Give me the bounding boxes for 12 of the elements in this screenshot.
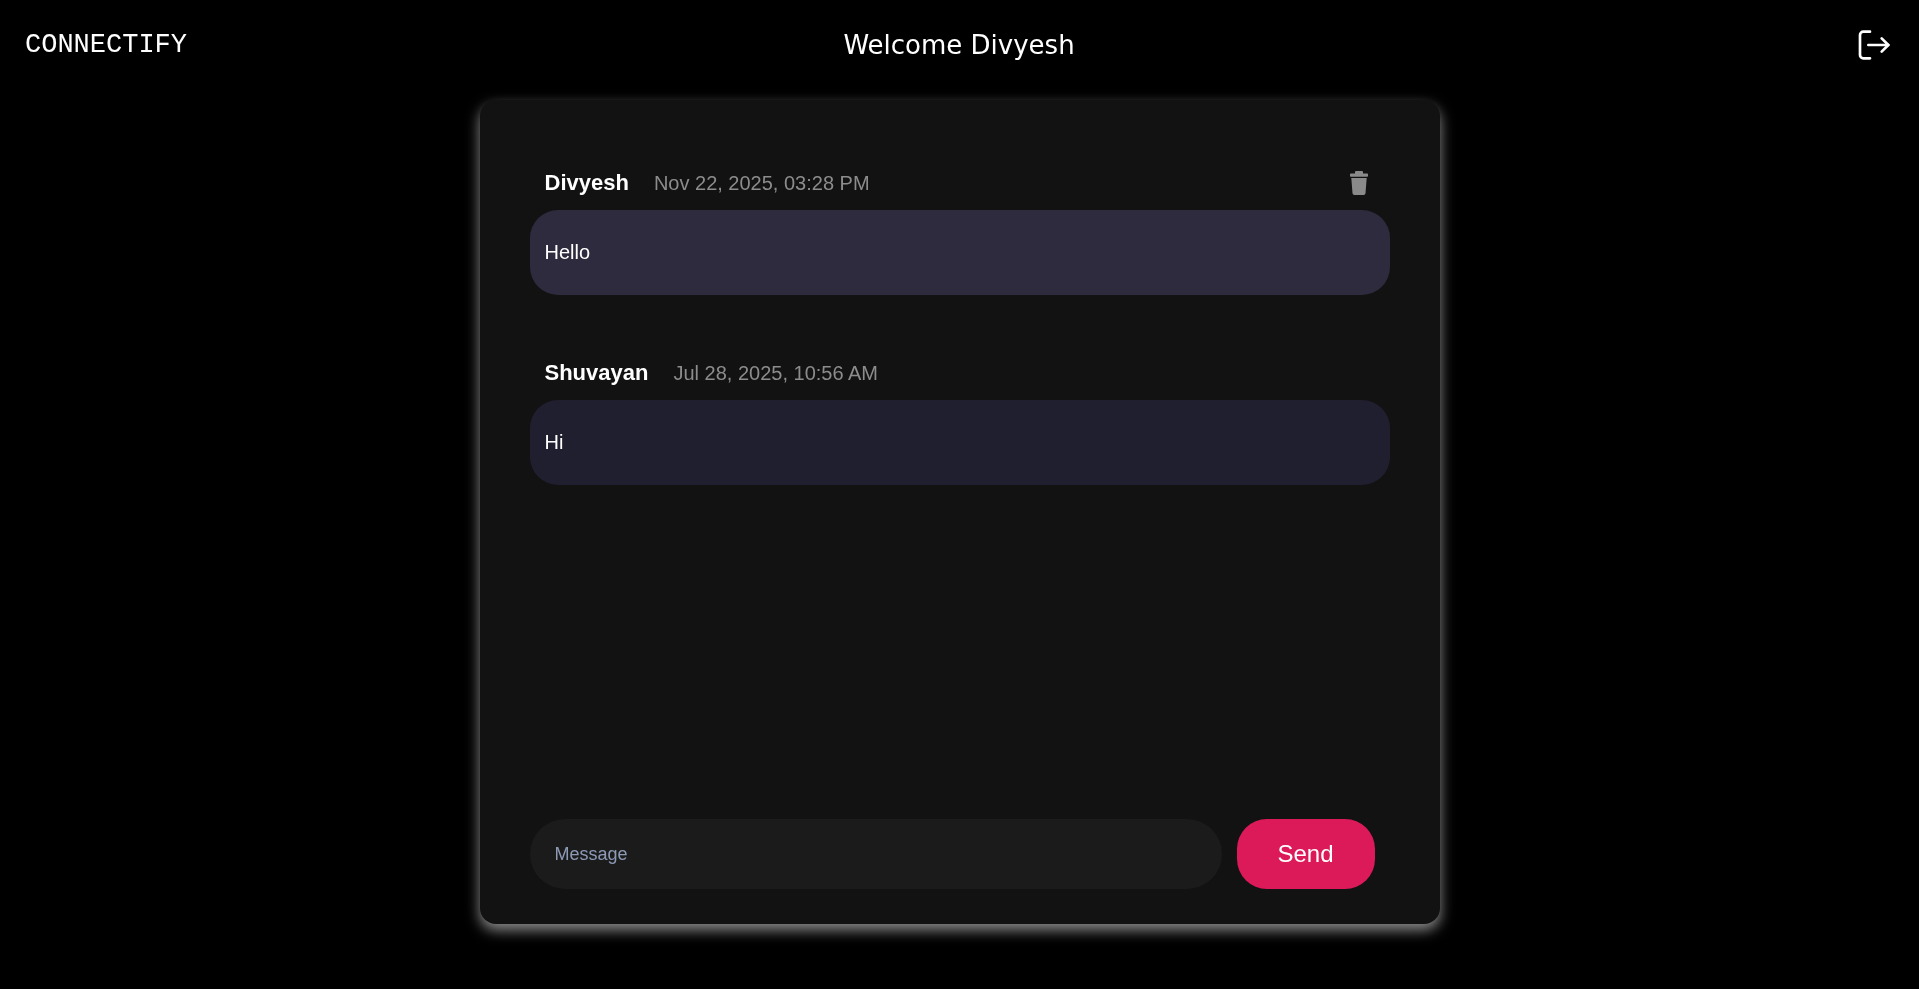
welcome-title: Welcome Divyesh <box>843 30 1075 60</box>
sender-name: Shuvayan <box>544 360 649 386</box>
message-text: Hi <box>544 431 564 454</box>
delete-button[interactable] <box>1349 171 1368 195</box>
message-input[interactable]: Message <box>529 819 1222 889</box>
message-time: Jul 28, 2025, 10:56 AM <box>673 361 880 385</box>
message-time: Nov 22, 2025, 03:28 PM <box>653 171 871 195</box>
message-text: Hello <box>544 241 591 264</box>
trash-icon <box>1349 171 1368 195</box>
app-logo: CONNECTIFY <box>25 30 188 60</box>
send-button[interactable]: Send <box>1236 819 1375 889</box>
sender-name: Divyesh <box>544 170 629 196</box>
